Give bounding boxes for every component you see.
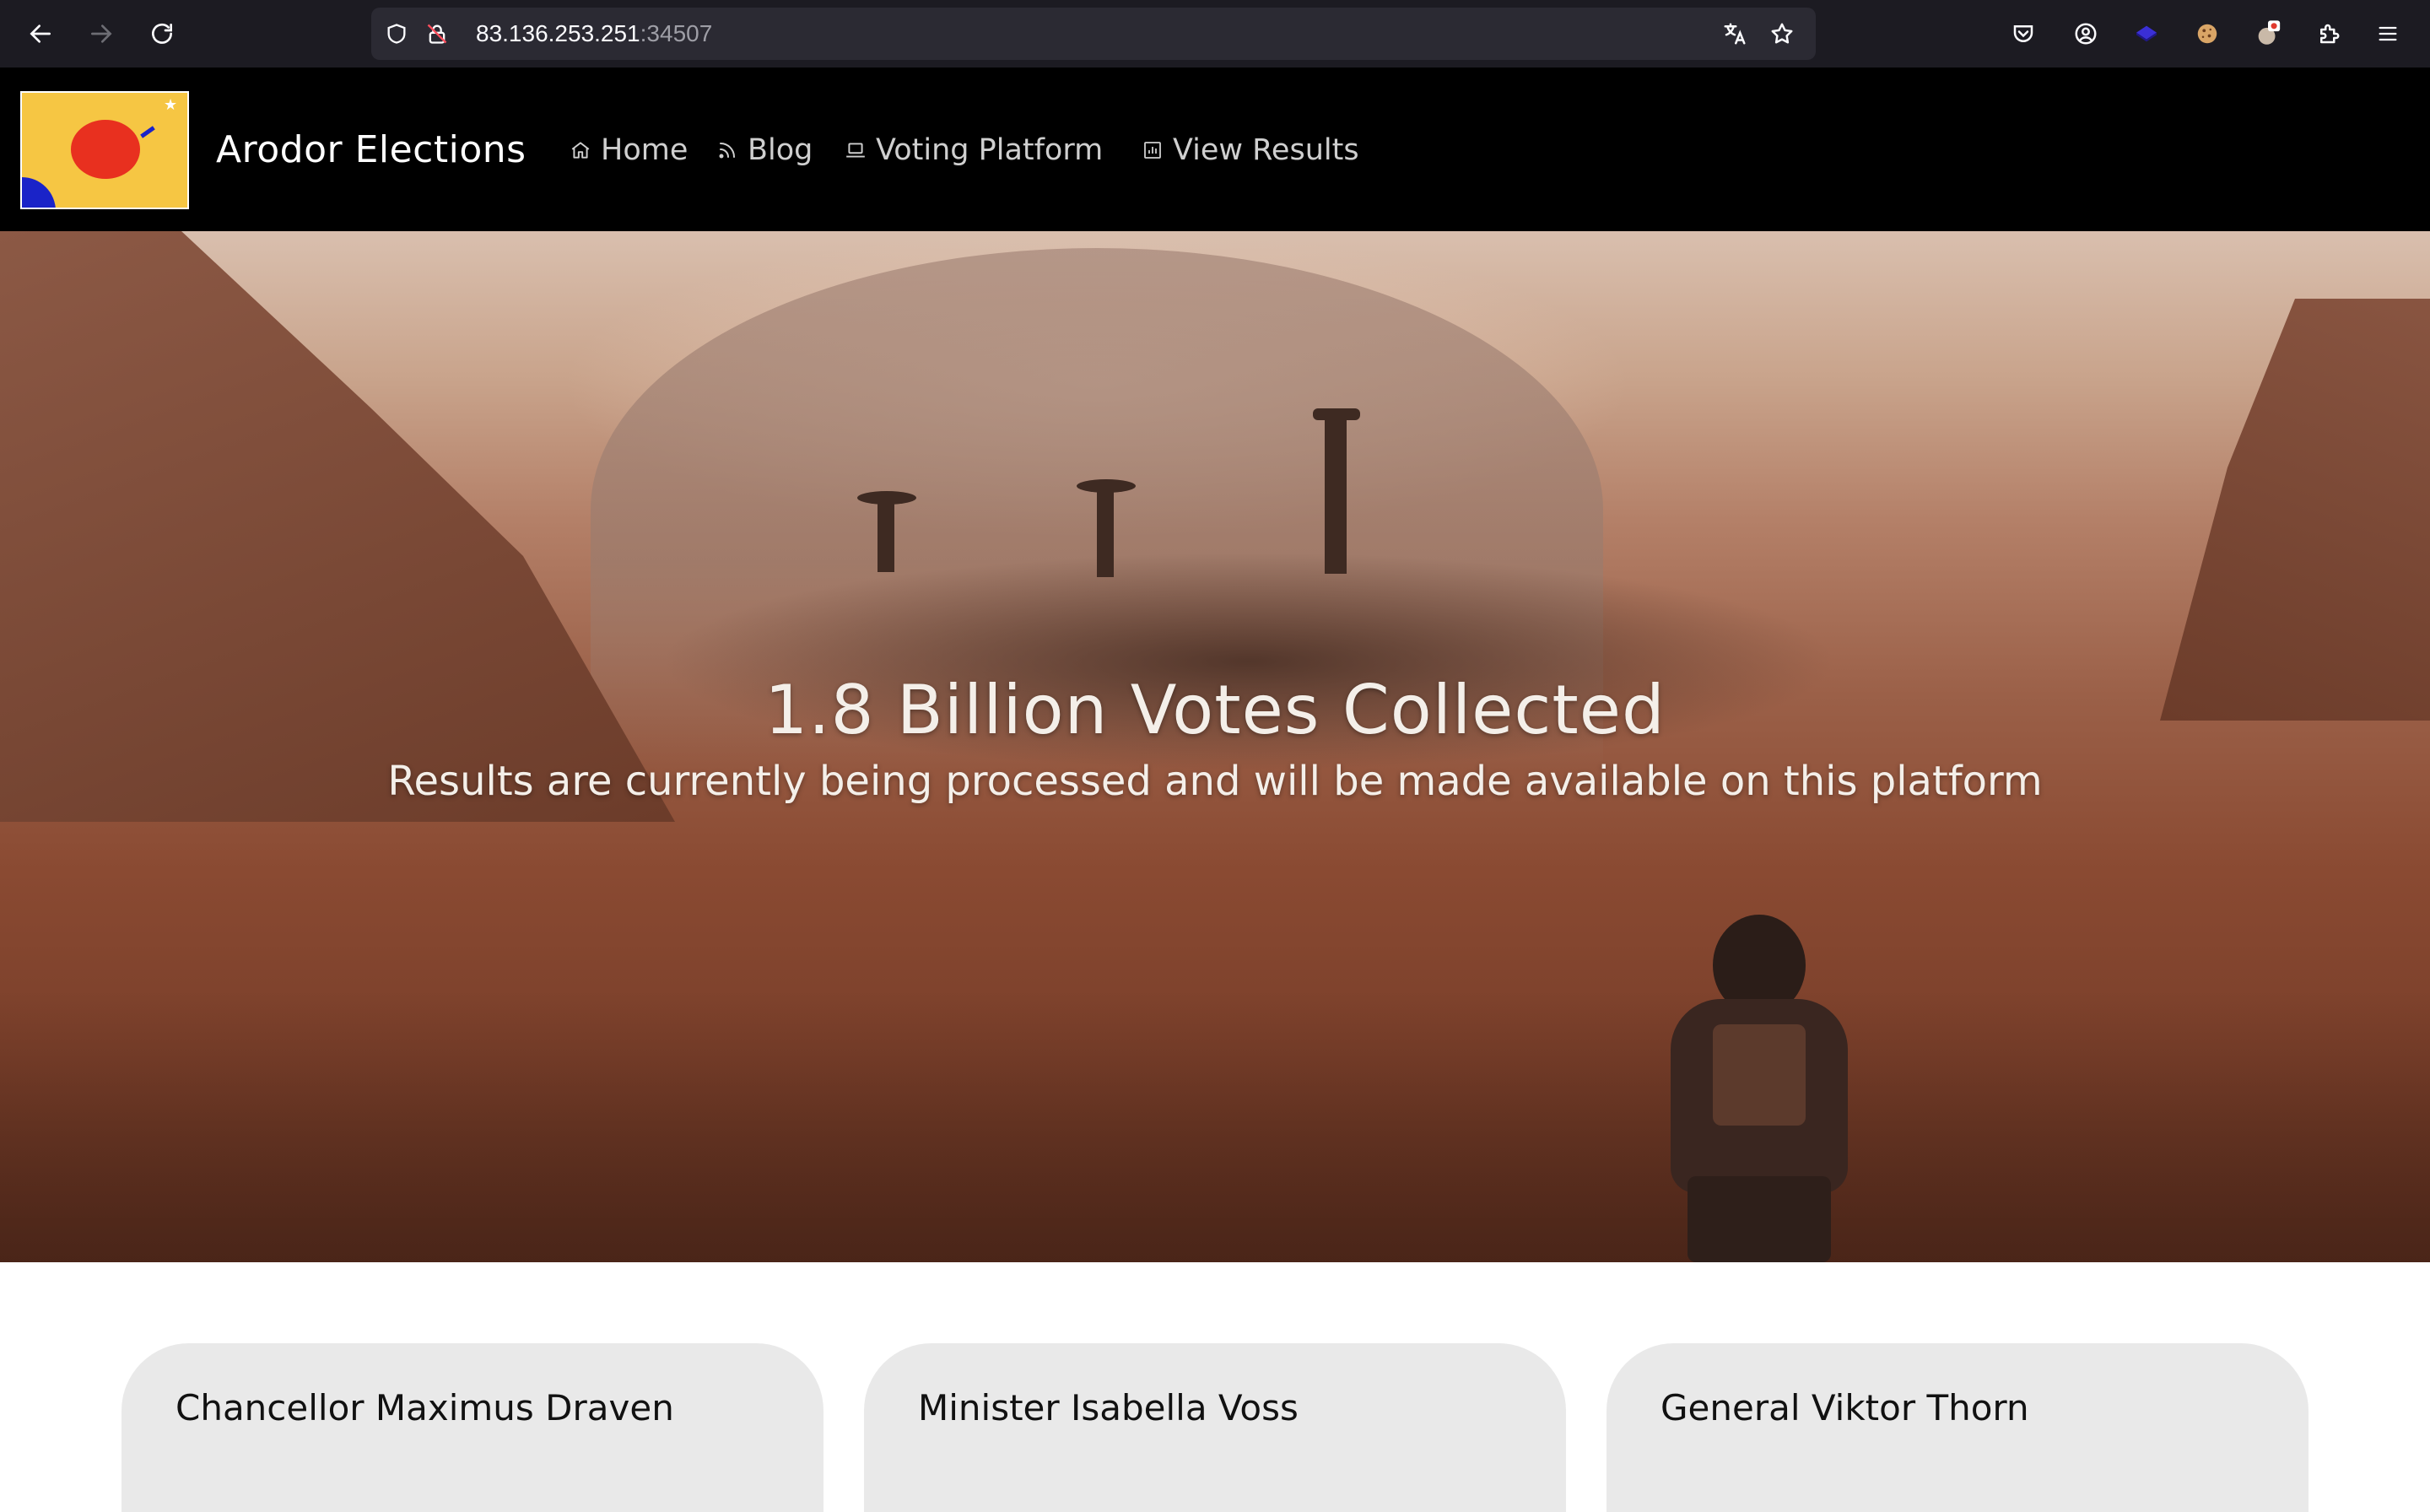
astronaut-legs-shape: [1688, 1176, 1831, 1262]
hero-title: 1.8 Billion Votes Collected: [764, 671, 1666, 749]
nav-link-label: Voting Platform: [876, 133, 1104, 167]
hero-tower-shape: [1325, 413, 1347, 574]
pocket-icon[interactable]: [2005, 15, 2042, 52]
hero-tower-shape: [878, 496, 894, 572]
bookmark-star-icon[interactable]: [1768, 20, 1796, 47]
laptop-icon: [844, 138, 867, 162]
extension-badge-icon[interactable]: [2249, 15, 2287, 52]
candidate-card[interactable]: Minister Isabella Voss: [864, 1343, 1566, 1512]
forward-icon[interactable]: [83, 15, 120, 52]
nav-link-blog[interactable]: Blog: [716, 127, 813, 174]
shield-icon[interactable]: [383, 20, 410, 47]
site-logo[interactable]: ★: [20, 91, 189, 209]
url-host: 83.136.253.251: [476, 20, 640, 46]
candidate-card[interactable]: Chancellor Maximus Draven: [122, 1343, 824, 1512]
chart-icon: [1141, 138, 1164, 162]
hero-tower-shape: [1097, 484, 1114, 577]
candidate-name: Minister Isabella Voss: [918, 1387, 1299, 1428]
logo-star-icon: ★: [164, 96, 178, 114]
translate-icon[interactable]: [1721, 20, 1748, 47]
home-icon: [569, 138, 592, 162]
nav-link-label: View Results: [1173, 133, 1359, 167]
candidate-name: General Viktor Thorn: [1660, 1387, 2029, 1428]
site-title[interactable]: Arodor Elections: [216, 127, 526, 174]
logo-dash-shape: [140, 126, 155, 138]
hero-ground-shadow: [0, 991, 2430, 1262]
browser-toolbar: 83.136.253.251:34507: [0, 0, 2430, 68]
nav-link-view-results[interactable]: View Results: [1141, 127, 1359, 174]
reload-icon[interactable]: [143, 15, 181, 52]
back-icon[interactable]: [22, 15, 59, 52]
hero-banner: 1.8 Billion Votes Collected Results are …: [0, 231, 2430, 1262]
cookie-icon[interactable]: [2189, 15, 2226, 52]
hero-astronaut-figure: [1654, 915, 1873, 1262]
hero-tower-cap-shape: [1077, 479, 1136, 493]
astronaut-backpack-shape: [1713, 1024, 1806, 1126]
extension-purple-icon[interactable]: [2128, 15, 2165, 52]
candidate-name: Chancellor Maximus Draven: [176, 1387, 674, 1428]
hero-mountain-right: [2160, 299, 2430, 721]
hero-tower-cap-shape: [1313, 408, 1360, 420]
logo-sun-shape: [71, 120, 140, 179]
menu-icon[interactable]: [2369, 15, 2406, 52]
candidate-cards-section: Chancellor Maximus Draven Minister Isabe…: [0, 1262, 2430, 1512]
nav-link-voting-platform[interactable]: Voting Platform: [844, 127, 1103, 174]
address-bar[interactable]: 83.136.253.251:34507: [371, 8, 1816, 60]
url-port: :34507: [640, 20, 713, 46]
rss-icon: [716, 138, 739, 162]
insecure-lock-icon[interactable]: [424, 20, 451, 47]
candidate-card[interactable]: General Viktor Thorn: [1606, 1343, 2308, 1512]
hero-tower-cap-shape: [857, 491, 916, 505]
nav-link-home[interactable]: Home: [569, 127, 688, 174]
account-icon[interactable]: [2067, 15, 2104, 52]
nav-link-label: Blog: [748, 133, 813, 167]
hero-subtitle: Results are currently being processed an…: [387, 758, 2043, 805]
nav-link-label: Home: [601, 133, 688, 167]
url-text[interactable]: 83.136.253.251:34507: [476, 8, 712, 60]
logo-arc-shape: [22, 177, 56, 208]
extensions-puzzle-icon[interactable]: [2310, 15, 2347, 52]
